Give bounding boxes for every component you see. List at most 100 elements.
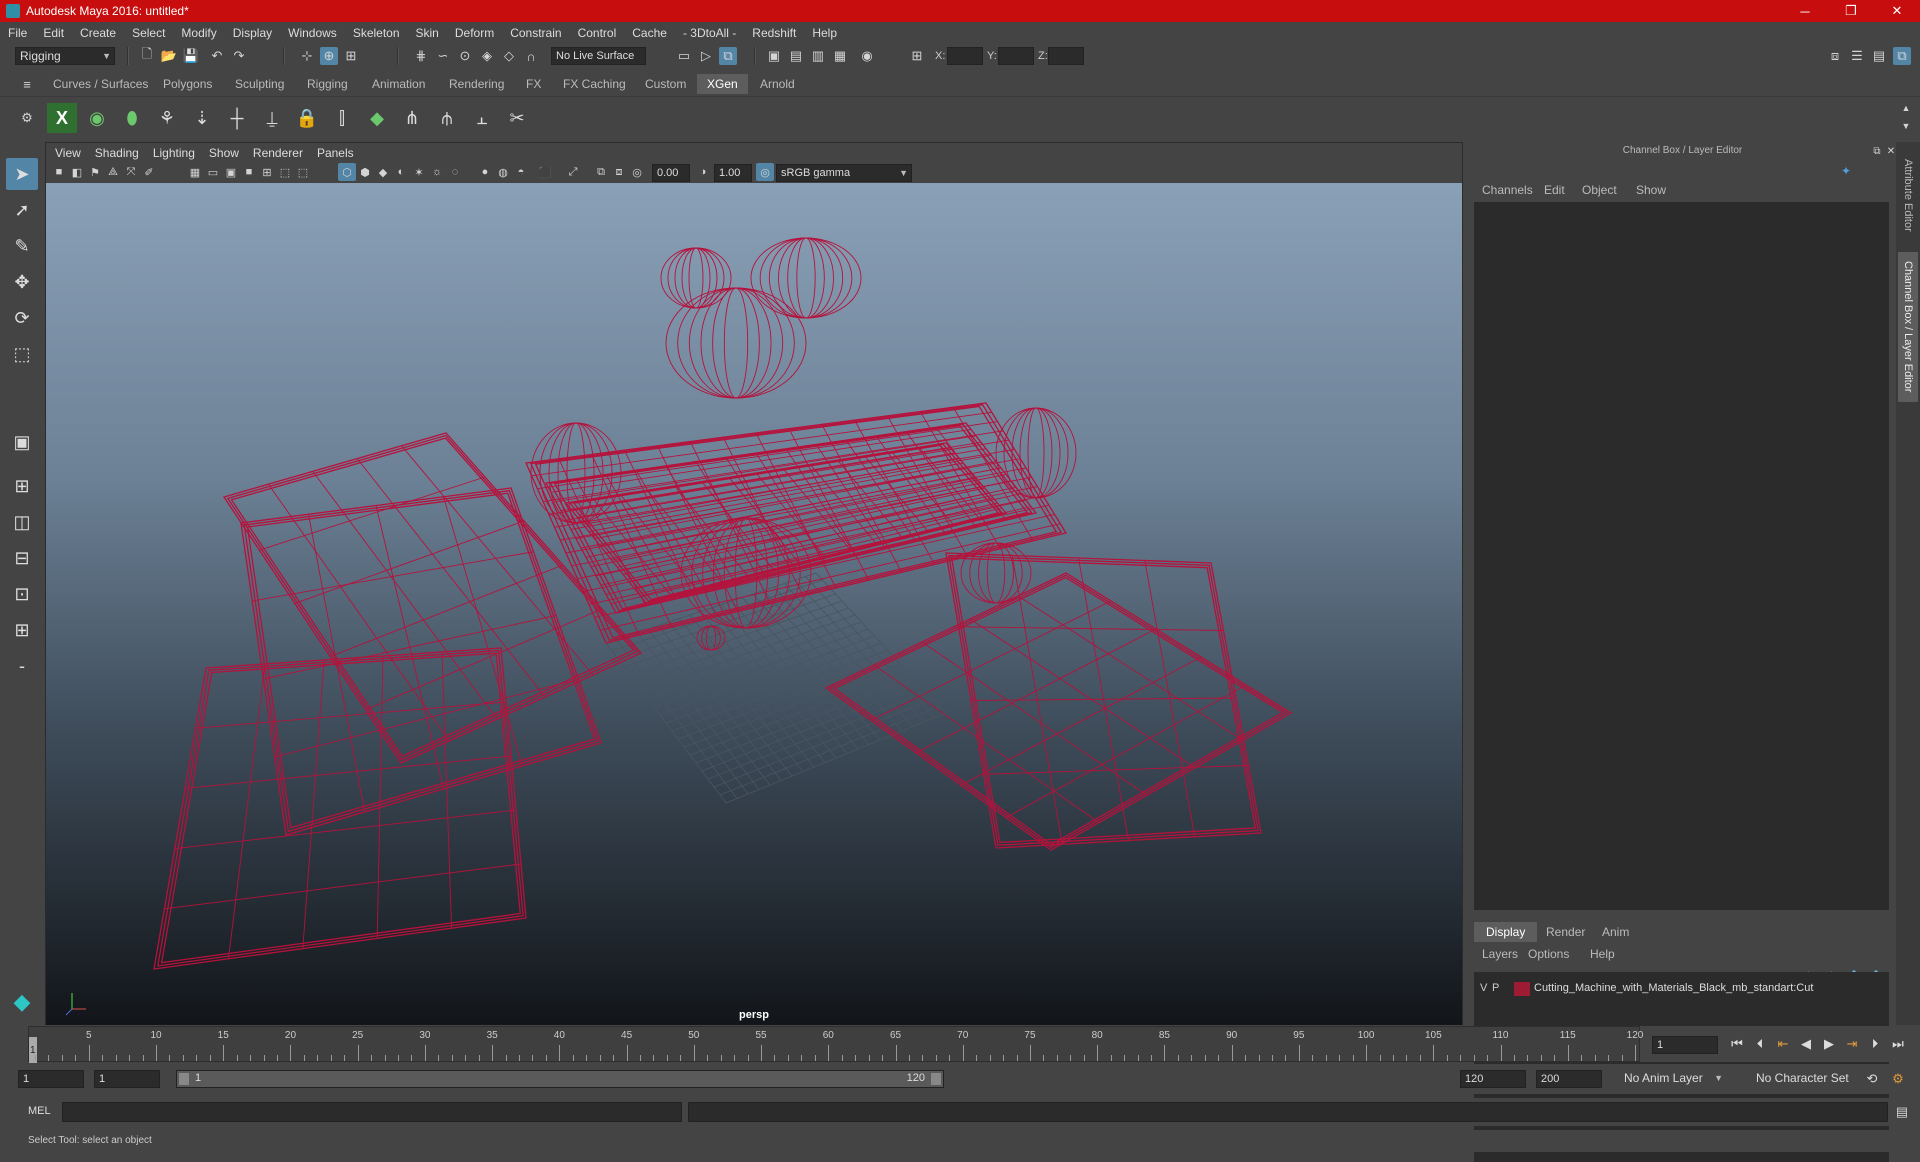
snap-magnet-icon[interactable]: ∩ (522, 47, 540, 65)
grid-icon[interactable]: ▦ (186, 163, 204, 181)
ipr-render-icon[interactable]: ▤ (787, 47, 805, 65)
animation-start-field[interactable]: 1 (18, 1070, 84, 1088)
menu-select[interactable]: Select (124, 26, 173, 40)
scale-tool-icon[interactable]: ⬚ (6, 338, 38, 370)
isolate-select-icon[interactable]: ⬛ (536, 163, 554, 181)
menu-3dtoall[interactable]: - 3DtoAll - (675, 26, 744, 40)
panel-menu-shading[interactable]: Shading (88, 146, 146, 160)
menu-skin[interactable]: Skin (408, 26, 447, 40)
groom-brush-icon[interactable]: ⫛ (432, 103, 462, 133)
shelf-scroll-up-icon[interactable]: ▲ (1897, 99, 1915, 117)
layer-playback-toggle[interactable]: P (1492, 982, 1499, 994)
layer-name[interactable]: Cutting_Machine_with_Materials_Black_mb_… (1534, 982, 1813, 994)
render-settings-icon[interactable]: ▥ (809, 47, 827, 65)
shelf-settings-icon[interactable]: ⚙ (18, 109, 36, 127)
go-to-start-icon[interactable]: ⏮ (1727, 1034, 1747, 1054)
channels-menu[interactable]: Channels (1476, 180, 1539, 200)
panel-menu-renderer[interactable]: Renderer (246, 146, 310, 160)
two-pane-layout-icon[interactable]: ◫ (6, 506, 38, 538)
playback-end-field[interactable]: 120 (1460, 1070, 1526, 1088)
layers-menu[interactable]: Layers (1474, 944, 1526, 964)
toggle-tool-settings-icon[interactable]: ▤ (1870, 47, 1888, 65)
xray-joints-icon[interactable]: ⤢ (564, 163, 582, 181)
menu-file[interactable]: File (0, 26, 35, 40)
range-start-handle[interactable] (179, 1073, 189, 1085)
menu-control[interactable]: Control (570, 26, 625, 40)
create-description-icon[interactable]: ⬮ (117, 103, 147, 133)
playback-start-field[interactable]: 1 (94, 1070, 160, 1088)
frame-selection-icon[interactable]: ⧈ (610, 163, 628, 181)
comb-icon[interactable]: ⫠ (467, 103, 497, 133)
two-d-pan-icon[interactable]: ⤧ (122, 163, 140, 181)
step-back-key-icon[interactable]: ⇤ (1773, 1034, 1793, 1054)
sculpt-guides-icon[interactable]: ⫿ (327, 103, 357, 133)
animation-preferences-icon[interactable]: ⚙ (1888, 1069, 1908, 1089)
rotate-tool-icon[interactable]: ⟳ (6, 302, 38, 334)
timeline-ruler[interactable]: 1 5 10 15 20 25 30 35 40 45 50 55 60 65 70 75 80 85 90 95 1… (28, 1026, 1643, 1063)
shelf-tab-rendering[interactable]: Rendering (439, 74, 514, 94)
layer-tab-anim[interactable]: Anim (1590, 922, 1641, 942)
shelf-tab-fx-caching[interactable]: FX Caching (553, 74, 636, 94)
render-frame-icon[interactable]: ▣ (765, 47, 783, 65)
gamma-field[interactable]: 1.00 (714, 164, 752, 182)
redo-icon[interactable]: ↷ (230, 47, 248, 65)
add-guide-icon[interactable]: ┼ (222, 103, 252, 133)
exposure-icon[interactable]: ◎ (628, 163, 646, 181)
paint-select-tool-icon[interactable]: ✎ (6, 230, 38, 262)
ambient-occlusion-icon[interactable]: ● (476, 163, 494, 181)
xray-icon[interactable]: ◌ (446, 163, 464, 181)
auto-key-icon[interactable]: ⟲ (1862, 1069, 1882, 1089)
workspace-icon[interactable]: ⧈ (1826, 47, 1844, 65)
safe-title-icon[interactable]: ⬚ (294, 163, 312, 181)
select-component-icon[interactable]: ⊞ (342, 47, 360, 65)
attribute-editor-tab[interactable]: Attribute Editor (1898, 150, 1918, 240)
bookmark-icon[interactable]: ⚑ (86, 163, 104, 181)
menu-edit[interactable]: Edit (35, 26, 72, 40)
density-icon[interactable]: ◆ (362, 103, 392, 133)
film-gate-icon[interactable]: ▭ (204, 163, 222, 181)
cut-guides-icon[interactable]: ✂ (502, 103, 532, 133)
shelf-tab-arnold[interactable]: Arnold (750, 74, 805, 94)
rebuild-guides-icon[interactable]: ⋔ (397, 103, 427, 133)
snap-point-icon[interactable]: ⊙ (456, 47, 474, 65)
range-bar[interactable]: 1 120 (177, 1071, 943, 1087)
single-pane-layout-icon[interactable]: ▣ (6, 426, 38, 458)
layer-color-swatch[interactable] (1514, 982, 1530, 996)
new-scene-icon[interactable]: 🗋 (138, 46, 156, 65)
script-editor-icon[interactable]: ▤ (1893, 1103, 1911, 1121)
xgen-editor-icon[interactable]: X (47, 103, 77, 133)
menu-help[interactable]: Help (804, 26, 845, 40)
field-chart-icon[interactable]: ⊞ (258, 163, 276, 181)
channel-box-area[interactable] (1474, 202, 1889, 910)
motion-blur-icon[interactable]: ◍ (494, 163, 512, 181)
select-hierarchy-icon[interactable]: ⊹ (298, 47, 316, 65)
show-menu[interactable]: Show (1630, 180, 1672, 200)
select-guides-icon[interactable]: ⍊ (257, 103, 287, 133)
hypershade-icon[interactable]: ▦ (831, 47, 849, 65)
add-guides-icon[interactable]: ⚘ (152, 103, 182, 133)
snap-grid-icon[interactable]: ⋕ (412, 47, 430, 65)
persp-outliner-layout-icon[interactable]: ⊟ (6, 542, 38, 574)
x-field[interactable] (947, 47, 983, 65)
layer-row[interactable]: V P Cutting_Machine_with_Materials_Black… (1474, 980, 1889, 998)
menuset-dropdown[interactable]: Rigging ▼ (15, 47, 115, 65)
menu-modify[interactable]: Modify (173, 26, 224, 40)
shelf-tab-sculpting[interactable]: Sculpting (225, 74, 294, 94)
xgen-preview-icon[interactable]: ◉ (82, 103, 112, 133)
menu-skeleton[interactable]: Skeleton (345, 26, 408, 40)
shelf-tab-polygons[interactable]: Polygons (153, 74, 222, 94)
smooth-shade-icon[interactable]: ⬢ (356, 163, 374, 181)
snap-view-plane-icon[interactable]: ◈ (478, 47, 496, 65)
resolution-gate-icon[interactable]: ▣ (222, 163, 240, 181)
textured-icon[interactable]: ◐ (392, 163, 410, 181)
channel-box-tab[interactable]: Channel Box / Layer Editor (1898, 252, 1918, 402)
play-forwards-icon[interactable]: ▶ (1819, 1034, 1839, 1054)
panel-menu-show[interactable]: Show (202, 146, 246, 160)
save-scene-icon[interactable]: 💾 (182, 47, 200, 65)
menu-constrain[interactable]: Constrain (502, 26, 569, 40)
gamma-icon[interactable]: ◑ (694, 163, 712, 181)
four-pane-layout-icon[interactable]: ⊞ (6, 470, 38, 502)
maximize-button[interactable]: ❐ (1828, 0, 1874, 22)
use-all-lights-icon[interactable]: ✶ (410, 163, 428, 181)
z-field[interactable] (1048, 47, 1084, 65)
